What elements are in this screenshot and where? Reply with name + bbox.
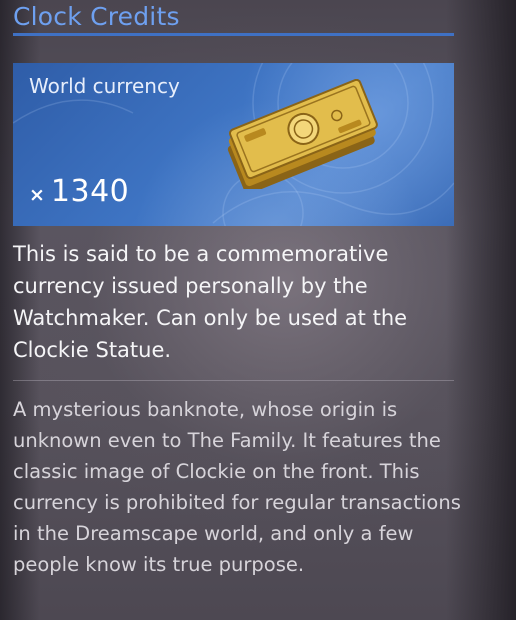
- banknote-icon: [227, 79, 378, 189]
- section-divider: [13, 380, 454, 381]
- item-card: World currency × 1340: [13, 63, 454, 226]
- quantity-prefix: ×: [29, 184, 45, 206]
- title-underline: [13, 33, 454, 36]
- quantity-value: 1340: [50, 174, 130, 209]
- item-quantity: × 1340: [29, 174, 129, 209]
- item-category: World currency: [29, 74, 180, 98]
- item-lore: A mysterious banknote, whose origin is u…: [13, 398, 461, 576]
- item-description: This is said to be a commemorative curre…: [13, 242, 408, 362]
- item-title: Clock Credits: [13, 2, 180, 31]
